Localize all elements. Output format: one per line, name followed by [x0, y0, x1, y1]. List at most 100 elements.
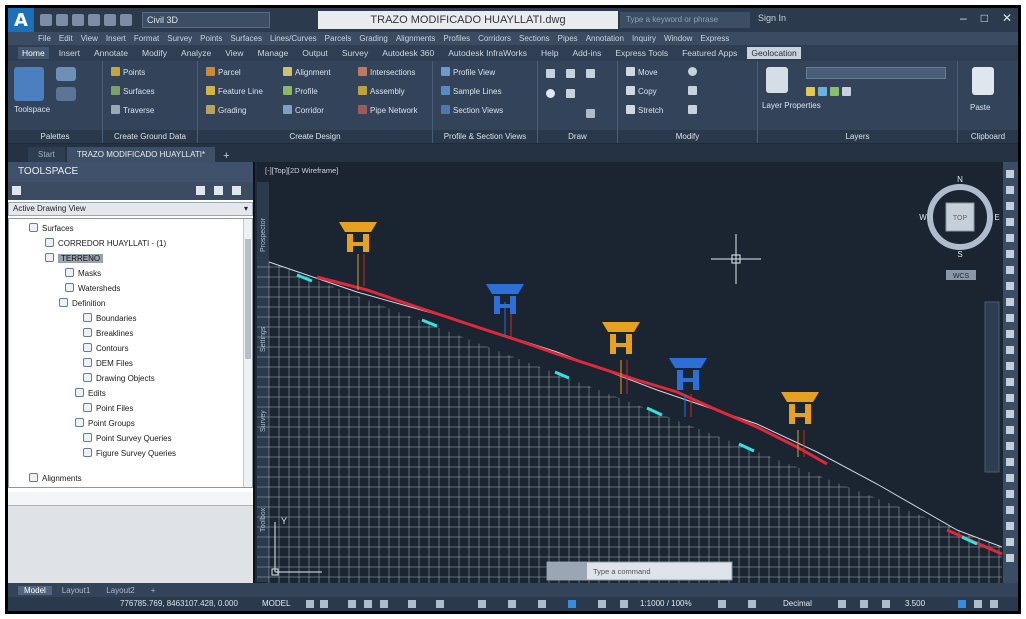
- customization-icon[interactable]: [990, 600, 998, 608]
- tab-home[interactable]: Home: [18, 47, 49, 59]
- tool-icon[interactable]: [1006, 474, 1014, 482]
- tree-scroll-thumb[interactable]: [245, 239, 251, 359]
- panel-title-layers[interactable]: Layers: [758, 130, 957, 143]
- tree-item-figure-survey-queries[interactable]: Figure Survey Queries: [83, 446, 176, 461]
- minimize-button[interactable]: –: [960, 11, 967, 25]
- layer-dropdown[interactable]: [806, 67, 946, 79]
- tab-annotate[interactable]: Annotate: [90, 47, 132, 59]
- tool-icon[interactable]: [1006, 314, 1014, 322]
- tool-icon[interactable]: [1006, 330, 1014, 338]
- menu-parcels[interactable]: Parcels: [325, 34, 352, 43]
- tool-icon[interactable]: [1006, 490, 1014, 498]
- scale-tool[interactable]: [688, 105, 700, 115]
- tab-survey[interactable]: Survey: [338, 47, 372, 59]
- autocad-logo-icon[interactable]: A: [8, 8, 34, 32]
- tab-model[interactable]: Model: [18, 585, 52, 595]
- tree-item-breaklines[interactable]: Breaklines: [83, 326, 133, 341]
- menu-view[interactable]: View: [81, 34, 98, 43]
- tool-icon[interactable]: [1006, 234, 1014, 242]
- side-tab-survey[interactable]: Survey: [260, 410, 267, 432]
- tool-icon[interactable]: [1006, 170, 1014, 178]
- close-button[interactable]: ✕: [1002, 11, 1012, 25]
- osnap-icon[interactable]: [380, 600, 388, 608]
- marker-blue-1[interactable]: [486, 284, 524, 337]
- toolspace-preview-icon[interactable]: [214, 186, 223, 195]
- tab-infraworks[interactable]: Autodesk InfraWorks: [444, 47, 531, 59]
- arc-tool[interactable]: [586, 69, 598, 79]
- menu-edit[interactable]: Edit: [59, 34, 73, 43]
- tab-geolocation[interactable]: Geolocation: [747, 47, 801, 59]
- tool-icon[interactable]: [1006, 298, 1014, 306]
- workspace-switch-icon[interactable]: [718, 600, 726, 608]
- sample-lines-button[interactable]: Sample Lines: [441, 86, 501, 96]
- marker-blue-2[interactable]: [669, 358, 707, 417]
- side-tab-settings[interactable]: Settings: [260, 326, 267, 352]
- tree-item-point-groups[interactable]: Point Groups: [75, 416, 135, 431]
- assembly-button[interactable]: Assembly: [358, 86, 405, 96]
- menu-corridors[interactable]: Corridors: [478, 34, 511, 43]
- new-tab-button[interactable]: +: [217, 150, 235, 162]
- tree-item-drawing-objects[interactable]: Drawing Objects: [83, 371, 155, 386]
- prospector-icon[interactable]: [56, 67, 76, 81]
- tab-insert[interactable]: Insert: [55, 47, 84, 59]
- tree-item-watersheds[interactable]: Watersheds: [65, 281, 120, 296]
- menu-insert[interactable]: Insert: [106, 34, 126, 43]
- menu-window[interactable]: Window: [664, 34, 692, 43]
- side-tab-toolbox[interactable]: Toolbox: [260, 507, 267, 532]
- transparency-icon[interactable]: [478, 600, 486, 608]
- clean-screen-icon[interactable]: [974, 600, 982, 608]
- profile-view-button[interactable]: Profile View: [441, 67, 495, 77]
- panel-title-profile-section[interactable]: Profile & Section Views: [433, 130, 537, 143]
- dynamic-ucs-icon[interactable]: [568, 600, 576, 608]
- copy-button[interactable]: Copy: [626, 86, 657, 96]
- panel-title-ground-data[interactable]: Create Ground Data: [103, 130, 197, 143]
- tool-icon[interactable]: [1006, 426, 1014, 434]
- paste-button[interactable]: Paste: [970, 103, 990, 112]
- tree-item-point-files[interactable]: Point Files: [83, 401, 133, 416]
- tree-item-surfaces[interactable]: Surfaces: [29, 221, 74, 236]
- polar-icon[interactable]: [364, 600, 372, 608]
- side-tab-prospector[interactable]: Prospector: [260, 217, 267, 252]
- tab-add-ins[interactable]: Add-ins: [569, 47, 606, 59]
- annotation-scale-icon[interactable]: [620, 600, 628, 608]
- move-button[interactable]: Move: [626, 67, 658, 77]
- maximize-button[interactable]: □: [981, 11, 988, 25]
- model-space-toggle[interactable]: MODEL: [262, 599, 290, 608]
- menu-alignments[interactable]: Alignments: [396, 34, 436, 43]
- menu-pipes[interactable]: Pipes: [558, 34, 578, 43]
- circle-tool[interactable]: [546, 89, 558, 99]
- menu-inquiry[interactable]: Inquiry: [632, 34, 656, 43]
- layer-properties-button[interactable]: Layer Properties: [762, 101, 821, 110]
- marker-yellow-2[interactable]: [602, 322, 640, 394]
- panel-title-draw[interactable]: Draw: [538, 130, 617, 143]
- menu-file[interactable]: File: [38, 34, 51, 43]
- toolspace-icon[interactable]: [14, 67, 44, 101]
- layer-tools-row[interactable]: [806, 87, 854, 97]
- quick-properties-icon[interactable]: [838, 600, 846, 608]
- toolspace-options-icon[interactable]: [232, 186, 241, 195]
- viewcube[interactable]: TOP N S E W WCS: [919, 175, 1000, 280]
- tool-icon[interactable]: [1006, 362, 1014, 370]
- marker-yellow-1[interactable]: [339, 222, 377, 290]
- corridor-button[interactable]: Corridor: [283, 105, 324, 115]
- traverse-button[interactable]: Traverse: [111, 105, 154, 115]
- grading-button[interactable]: Grading: [206, 105, 246, 115]
- tool-icon[interactable]: [1006, 394, 1014, 402]
- viewport-controls-label[interactable]: [-][Top][2D Wireframe]: [265, 166, 338, 175]
- tab-featured-apps[interactable]: Featured Apps: [678, 47, 741, 59]
- layer-properties-icon[interactable]: [766, 67, 788, 93]
- otrack-icon[interactable]: [408, 600, 416, 608]
- tool-icon[interactable]: [1006, 346, 1014, 354]
- sign-in-button[interactable]: Sign In: [758, 13, 786, 23]
- tool-icon[interactable]: [1006, 218, 1014, 226]
- toolspace-menu-icon[interactable]: [12, 186, 21, 195]
- zoom-level[interactable]: 3.500: [905, 599, 925, 608]
- tree-item-corredor[interactable]: CORREDOR HUAYLLATI - (1): [45, 236, 166, 251]
- annotation-scale[interactable]: 1:1000 / 100%: [640, 599, 692, 608]
- feature-line-button[interactable]: Feature Line: [206, 86, 263, 96]
- view-select[interactable]: Active Drawing View ▾: [8, 202, 253, 216]
- pipe-network-button[interactable]: Pipe Network: [358, 105, 418, 115]
- annotation-visibility-icon[interactable]: [598, 600, 606, 608]
- saveas-icon[interactable]: [88, 14, 100, 26]
- stretch-button[interactable]: Stretch: [626, 105, 663, 115]
